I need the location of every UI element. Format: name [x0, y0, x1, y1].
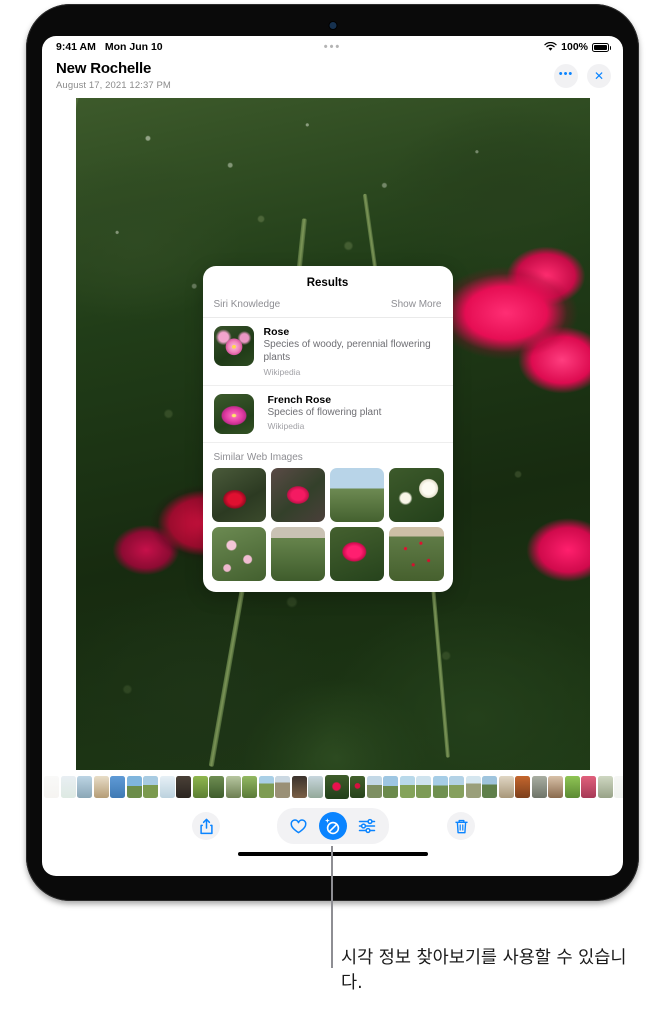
trash-icon[interactable]	[447, 812, 475, 840]
multitasking-handle[interactable]: •••	[324, 42, 342, 53]
filmstrip-thumbnail[interactable]	[366, 776, 382, 798]
filmstrip-thumbnail[interactable]	[275, 776, 290, 798]
filmstrip-thumbnail[interactable]	[399, 776, 415, 798]
ipad-screen: 9:41 AM Mon Jun 10 ••• 100% New Rochelle…	[42, 36, 623, 876]
filmstrip-thumbnail[interactable]	[449, 776, 464, 798]
result-name: French Rose	[267, 393, 332, 406]
similar-web-images-grid	[203, 467, 453, 593]
filmstrip-thumbnail[interactable]	[176, 776, 191, 798]
ipad-device-frame: 9:41 AM Mon Jun 10 ••• 100% New Rochelle…	[26, 4, 639, 901]
filmstrip-thumbnail[interactable]	[350, 776, 365, 798]
filmstrip-thumbnail[interactable]	[308, 776, 323, 798]
result-source: Wikipedia	[263, 366, 301, 377]
photo-filmstrip[interactable]	[42, 774, 623, 800]
filmstrip-thumbnail[interactable]	[432, 776, 448, 798]
filmstrip-thumbnail[interactable]	[225, 776, 241, 798]
filmstrip-thumbnail[interactable]	[77, 776, 92, 798]
callout-leader-line	[331, 846, 333, 968]
photo-timestamp: August 17, 2021 12:37 PM	[56, 80, 171, 91]
magenta-rose-thumbnail-icon	[213, 393, 254, 434]
result-row[interactable]: Rose Species of woody, perennial floweri…	[202, 318, 453, 386]
filmstrip-thumbnail[interactable]	[597, 776, 613, 798]
result-source: Wikipedia	[267, 421, 305, 432]
photo-header: New Rochelle August 17, 2021 12:37 PM ••…	[42, 58, 623, 98]
filmstrip-thumbnail[interactable]	[143, 776, 158, 798]
similar-image-thumbnail[interactable]	[389, 526, 444, 582]
filmstrip-thumbnail[interactable]	[209, 776, 224, 798]
similar-image-thumbnail[interactable]	[211, 526, 266, 582]
share-icon[interactable]	[192, 812, 220, 840]
battery-full-icon	[592, 42, 611, 52]
result-description: Species of woody, perennial flowering pl…	[263, 339, 431, 363]
callout-caption: 시각 정보 찾아보기를 사용할 수 있습니다.	[341, 948, 627, 994]
photo-toolbar	[42, 800, 623, 852]
more-options-button[interactable]: •••	[554, 64, 578, 88]
home-indicator[interactable]	[237, 852, 428, 856]
result-row[interactable]: French Rose Species of flowering plant W…	[202, 386, 453, 443]
similar-image-thumbnail[interactable]	[330, 467, 385, 522]
page-title: New Rochelle	[56, 60, 152, 77]
battery-percent-label: 100%	[561, 41, 588, 53]
status-bar: 9:41 AM Mon Jun 10 ••• 100%	[42, 36, 623, 58]
similar-image-thumbnail[interactable]	[270, 467, 325, 522]
result-description: Species of flowering plant	[267, 406, 382, 418]
filmstrip-thumbnail[interactable]	[548, 776, 563, 798]
filmstrip-thumbnail[interactable]	[416, 776, 431, 798]
heart-icon[interactable]	[285, 812, 313, 840]
filmstrip-thumbnail[interactable]	[482, 776, 497, 798]
wifi-icon	[544, 42, 557, 51]
similar-image-thumbnail[interactable]	[270, 526, 325, 582]
header-actions: ••• ✕	[554, 64, 611, 88]
filmstrip-thumbnail[interactable]	[581, 776, 596, 798]
filmstrip-thumbnail[interactable]	[383, 776, 398, 798]
filmstrip-thumbnail[interactable]	[614, 776, 623, 798]
similar-image-thumbnail[interactable]	[211, 467, 266, 522]
filmstrip-thumbnail[interactable]	[159, 776, 175, 798]
filmstrip-thumbnail[interactable]	[44, 776, 59, 798]
filmstrip-thumbnail[interactable]	[291, 776, 307, 798]
visual-lookup-icon[interactable]	[318, 812, 347, 840]
close-button[interactable]: ✕	[587, 64, 611, 88]
show-more-link[interactable]: Show More	[391, 299, 442, 310]
front-camera-icon	[329, 22, 336, 29]
siri-knowledge-section-header: Siri Knowledge Show More	[202, 299, 453, 318]
similar-image-thumbnail[interactable]	[389, 467, 444, 522]
photo-action-pill	[276, 808, 389, 844]
filmstrip-thumbnail[interactable]	[60, 776, 76, 798]
status-time: 9:41 AM	[56, 41, 96, 53]
similar-web-images-label: Similar Web Images	[213, 451, 303, 463]
status-date: Mon Jun 10	[104, 41, 163, 53]
filmstrip-thumbnail[interactable]	[531, 776, 547, 798]
section-label: Siri Knowledge	[213, 299, 281, 310]
pink-rose-thumbnail-icon	[213, 326, 254, 366]
results-title: Results	[306, 277, 349, 289]
filmstrip-thumbnail[interactable]	[242, 776, 257, 798]
photo-viewer[interactable]: Results Siri Knowledge Show More Rose Sp…	[75, 98, 590, 770]
adjustments-icon[interactable]	[353, 812, 381, 840]
similar-image-thumbnail[interactable]	[330, 526, 385, 582]
filmstrip-thumbnail[interactable]	[126, 776, 142, 798]
filmstrip-thumbnail[interactable]	[110, 776, 125, 798]
filmstrip-thumbnail[interactable]	[192, 776, 208, 798]
filmstrip-thumbnail[interactable]	[465, 776, 481, 798]
result-name: Rose	[263, 326, 290, 338]
filmstrip-thumbnail[interactable]	[515, 776, 530, 798]
filmstrip-thumbnail[interactable]	[258, 776, 274, 798]
filmstrip-thumbnail[interactable]	[498, 776, 514, 798]
filmstrip-thumbnail-selected[interactable]	[324, 775, 349, 799]
visual-lookup-results-panel: Results Siri Knowledge Show More Rose Sp…	[202, 266, 453, 593]
filmstrip-thumbnail[interactable]	[564, 776, 580, 798]
filmstrip-thumbnail[interactable]	[93, 776, 109, 798]
